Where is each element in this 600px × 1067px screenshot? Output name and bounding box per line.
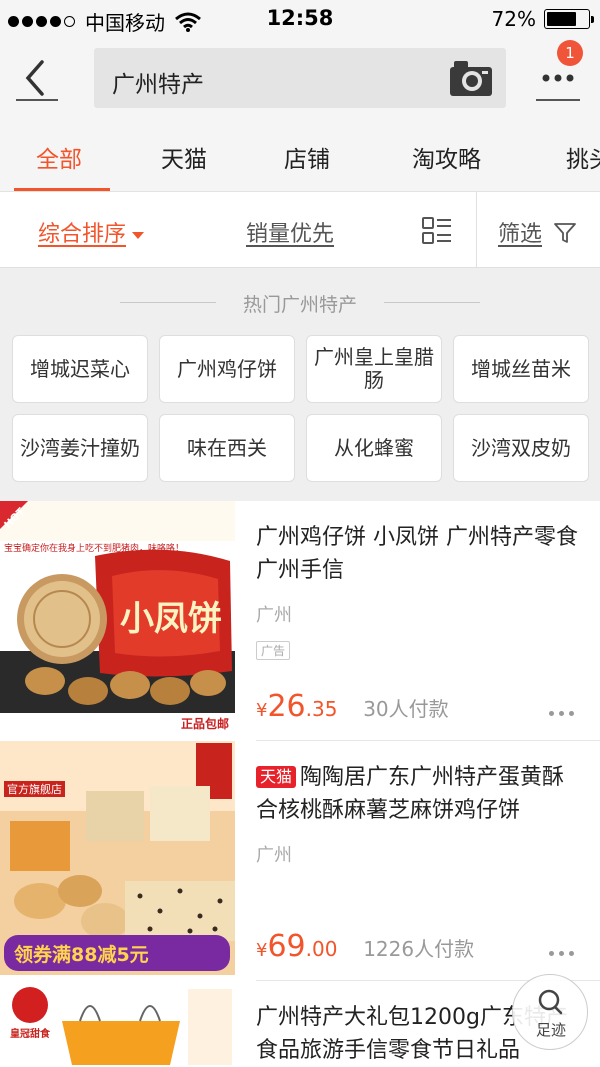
- product-image[interactable]: 官方旗舰店 领券满88减5元: [0, 741, 235, 975]
- back-arrow-icon[interactable]: [14, 54, 60, 102]
- product-info: 天猫 陶陶居广东广州特产蛋黄酥合核桃酥麻薯芝麻饼鸡仔饼 广州: [256, 761, 586, 867]
- price-decimal: .00: [305, 937, 338, 961]
- tmall-badge: 天猫: [256, 766, 297, 788]
- currency-symbol: ¥: [256, 700, 268, 721]
- currency-symbol: ¥: [256, 940, 268, 961]
- thumb-product-name: 小凤饼: [120, 599, 222, 639]
- tab-all[interactable]: 全部: [36, 140, 82, 174]
- footprint-label: 足迹: [535, 1021, 566, 1039]
- product-image[interactable]: HOT 宝宝确定你在我身上吃不到肥猪肉，味咯咯！ 小凤饼 正品包邮: [0, 501, 235, 735]
- tab-tmall[interactable]: 天猫: [161, 140, 207, 174]
- search-input[interactable]: 广州特产: [94, 48, 506, 108]
- notification-badge: 1: [557, 40, 583, 66]
- sort-sales[interactable]: 销量优先: [246, 216, 334, 248]
- price-integer: 69: [267, 929, 306, 964]
- product-location: 广州: [256, 605, 292, 626]
- hot-tag[interactable]: 沙湾双皮奶: [453, 414, 589, 482]
- price-row: ¥26.35 30人付款: [256, 689, 449, 724]
- product-price: ¥26.35: [256, 689, 343, 724]
- product-card[interactable]: 皇冠甜食 广州特产大礼包1200g广东特产食品旅游手信零食节日礼品: [0, 981, 600, 1065]
- hot-tag[interactable]: 沙湾姜汁撞奶: [12, 414, 148, 482]
- filter-button[interactable]: 筛选: [498, 216, 577, 248]
- search-header: 广州特产 1: [0, 40, 600, 120]
- active-tab-indicator: [14, 188, 110, 191]
- product-card[interactable]: HOT 宝宝确定你在我身上吃不到肥猪肉，味咯咯！ 小凤饼 正品包邮 广州鸡仔饼 …: [0, 501, 600, 741]
- tab-guides[interactable]: 淘攻略: [412, 140, 481, 174]
- price-integer: 26: [267, 689, 306, 724]
- hot-title-line-right: [384, 302, 480, 303]
- product-price: ¥69.00: [256, 929, 343, 964]
- hot-categories-section: 热门广州特产 增城迟菜心 广州鸡仔饼 广州皇上皇腊肠 增城丝苗米 沙湾姜汁撞奶 …: [0, 268, 600, 501]
- tab-shops[interactable]: 店铺: [284, 140, 330, 174]
- product-title-text: 陶陶居广东广州特产蛋黄酥合核桃酥麻薯芝麻饼鸡仔饼: [256, 765, 565, 823]
- item-more-icon[interactable]: [549, 711, 574, 716]
- product-title: 广州鸡仔饼 小凤饼 广州特产零食 广州手信: [256, 525, 578, 583]
- status-bar: 中国移动 12:58 72%: [0, 0, 600, 40]
- sales-count: 1226人付款: [363, 937, 475, 961]
- product-location: 广州: [256, 845, 292, 866]
- thumb-footer: 正品包邮: [180, 717, 229, 731]
- battery-icon: [544, 9, 594, 29]
- product-title: 天猫 陶陶居广东广州特产蛋黄酥合核桃酥麻薯芝麻饼鸡仔饼: [256, 761, 586, 827]
- ad-label: 广告: [256, 641, 291, 660]
- hot-tag[interactable]: 从化蜂蜜: [306, 414, 442, 482]
- search-query: 广州特产: [112, 72, 204, 98]
- hot-tag[interactable]: 增城丝苗米: [453, 335, 589, 403]
- hot-tag[interactable]: 增城迟菜心: [12, 335, 148, 403]
- filter-funnel-icon: [554, 223, 576, 243]
- product-info: 广州鸡仔饼 小凤饼 广州特产零食 广州手信 广州 广告: [256, 521, 586, 660]
- sort-bar: 综合排序 销量优先 筛选: [0, 192, 600, 268]
- footprint-icon: [538, 989, 563, 1015]
- hot-tag[interactable]: 广州鸡仔饼: [159, 335, 295, 403]
- battery-percent: 72%: [491, 7, 536, 31]
- footprint-button[interactable]: 足迹: [512, 974, 588, 1050]
- store-label: 官方旗舰店: [4, 781, 65, 797]
- filter-label: 筛选: [498, 222, 543, 247]
- list-view-toggle-icon[interactable]: [421, 216, 453, 246]
- sort-comprehensive[interactable]: 综合排序: [38, 216, 145, 248]
- coupon-label: 领券满88减5元: [14, 944, 149, 966]
- brand-label: 皇冠甜食: [10, 1029, 50, 1040]
- product-image[interactable]: 皇冠甜食: [0, 981, 235, 1065]
- divider: [476, 192, 477, 268]
- thumb-caption: 宝宝确定你在我身上吃不到肥猪肉，味咯咯！: [4, 544, 185, 554]
- tab-more[interactable]: 挑头: [566, 140, 600, 174]
- item-more-icon[interactable]: [549, 951, 574, 956]
- sort-comprehensive-label: 综合排序: [38, 222, 127, 247]
- hot-section-title: 热门广州特产: [242, 294, 357, 316]
- product-card[interactable]: 官方旗舰店 领券满88减5元 天猫 陶陶居广东广州特产蛋黄酥合核桃酥麻薯芝麻饼鸡仔…: [0, 741, 600, 981]
- camera-icon[interactable]: [448, 58, 494, 98]
- hot-tag[interactable]: 广州皇上皇腊肠: [306, 335, 442, 403]
- hot-tag[interactable]: 味在西关: [159, 414, 295, 482]
- category-tabs: 全部 天猫 店铺 淘攻略 挑头: [0, 120, 600, 192]
- dropdown-caret-icon: [132, 231, 145, 239]
- sales-count: 30人付款: [363, 697, 449, 721]
- price-decimal: .35: [305, 697, 338, 721]
- price-row: ¥69.00 1226人付款: [256, 929, 474, 964]
